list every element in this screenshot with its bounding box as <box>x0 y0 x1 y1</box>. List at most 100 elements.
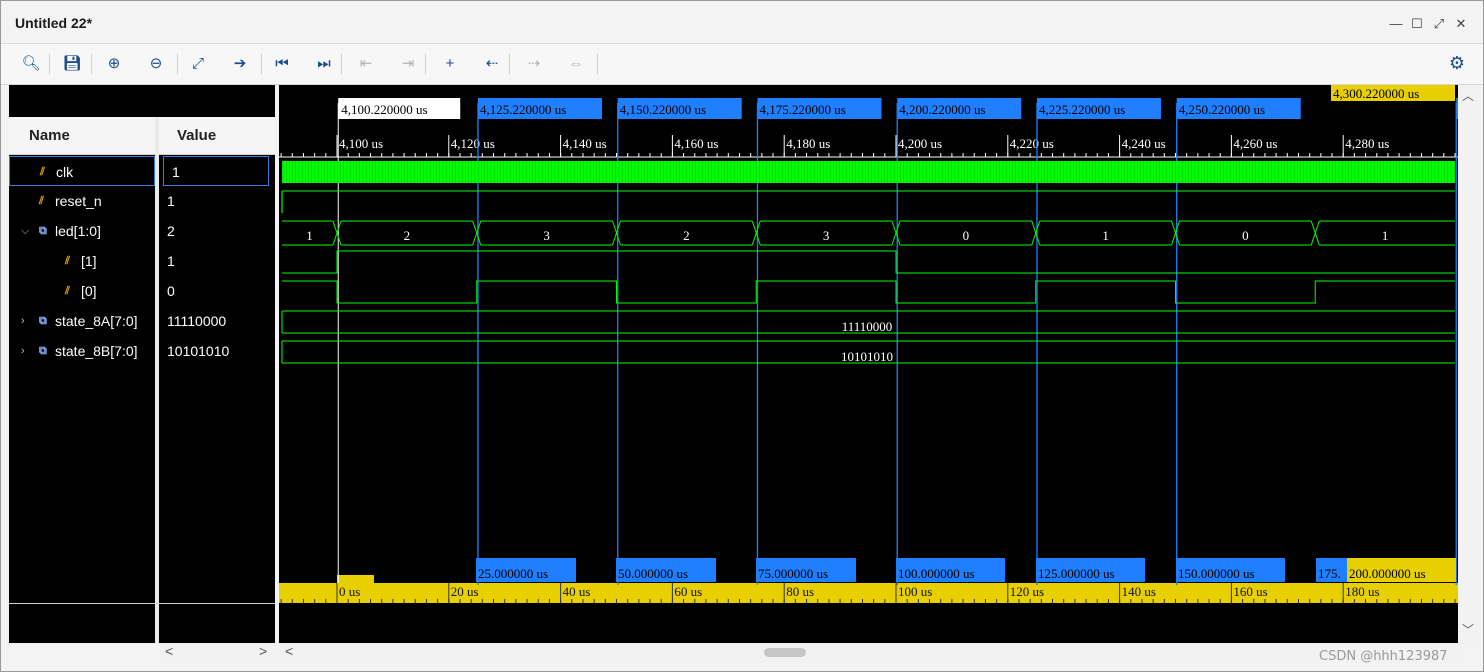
toolbar-separator <box>261 54 262 74</box>
previous-marker-icon[interactable]: ⇠ <box>481 53 503 75</box>
bus-signal-icon: ⧉ <box>39 345 47 357</box>
signal-value: 1 <box>167 253 175 269</box>
marker-label[interactable]: 4,225.220000 us <box>1039 102 1125 117</box>
signal-row--1[interactable]: ⫽ [1] <box>9 246 155 276</box>
previous-transition-icon[interactable]: ⇤ <box>355 53 377 75</box>
column-divider[interactable] <box>155 117 159 643</box>
swap-cursors-icon[interactable]: ⇔ <box>565 53 587 75</box>
delta-label: 175. <box>1318 566 1341 581</box>
scroll-right-icon[interactable]: > <box>259 643 267 659</box>
horizontal-scrollbar[interactable]: < > < CSDN @hhh123987 <box>159 643 1459 664</box>
signal-row-clk[interactable]: ⫽ clk <box>9 156 155 186</box>
led-bus-value: 2 <box>683 228 690 243</box>
ruler-tick-label: 4,240 us <box>1122 136 1166 151</box>
zoom-in-icon[interactable]: ⊕ <box>103 53 125 75</box>
signal-value: 2 <box>167 223 175 239</box>
window-title: Untitled 22* <box>15 15 93 31</box>
ruler-tick-label: 4,180 us <box>786 136 830 151</box>
chevron-right-icon[interactable]: › <box>21 336 25 366</box>
value-column-header[interactable]: Value <box>159 117 275 155</box>
marker-label[interactable]: 4,175.220000 us <box>759 102 845 117</box>
marker-label[interactable]: 4,150.220000 us <box>620 102 706 117</box>
delta-label: 25.000000 us <box>478 566 548 581</box>
signal-name: state_8A[7:0] <box>55 313 138 329</box>
wave-scroll-left-icon[interactable]: < <box>285 643 293 659</box>
chevron-down-icon[interactable]: ⌵ <box>21 216 29 246</box>
toolbar-separator <box>177 54 178 74</box>
next-transition-icon[interactable]: ⇥ <box>397 53 419 75</box>
led-bus-value: 3 <box>823 228 830 243</box>
ruler-tick-label: 4,260 us <box>1233 136 1277 151</box>
name-column-header[interactable]: Name <box>9 117 155 155</box>
yellow-marker-label[interactable]: 4,300.220000 us <box>1333 86 1419 101</box>
bit-signal-icon: ⫽ <box>65 255 70 267</box>
bus-signal-icon: ⧉ <box>39 315 47 327</box>
toolbar-separator <box>425 54 426 74</box>
scroll-down-icon[interactable]: ﹀ <box>1462 621 1474 638</box>
waveform-area[interactable]: 4,100 us 4,120 us 4,140 us 4,160 us 4,180 us… <box>279 85 1458 643</box>
signal-row-led-1-0[interactable]: ⌵ ⧉ led[1:0] <box>9 216 155 246</box>
signal-row-state-8A-7-0[interactable]: › ⧉ state_8A[7:0] <box>9 306 155 336</box>
signal-value: 1 <box>167 193 175 209</box>
signal-value: 10101010 <box>167 343 230 359</box>
signal-value: 11110000 <box>167 313 227 329</box>
relative-tick-label: 40 us <box>563 584 591 599</box>
scroll-up-icon[interactable]: ︿ <box>1462 87 1474 104</box>
maximize-icon[interactable]: ☐ <box>1410 17 1424 31</box>
led-bus-value: 1 <box>1382 228 1389 243</box>
go-to-cursor-icon[interactable]: ➔ <box>229 53 251 75</box>
led-bus-value: 0 <box>1242 228 1249 243</box>
led-bus-value: 3 <box>543 228 550 243</box>
vertical-scrollbar[interactable]: ︿ ﹀ <box>1458 85 1478 643</box>
signal-name: clk <box>56 164 74 180</box>
toolbar-separator <box>597 54 598 74</box>
signal-row--0[interactable]: ⫽ [0] <box>9 276 155 306</box>
relative-tick-label: 140 us <box>1122 584 1156 599</box>
state-8a-bus-value: 11110000 <box>842 319 893 334</box>
toolbar-separator <box>341 54 342 74</box>
add-marker-icon[interactable]: + <box>439 53 461 75</box>
next-marker-icon[interactable]: ⇢ <box>523 53 545 75</box>
scroll-thumb[interactable] <box>764 648 806 657</box>
relative-tick-label: 120 us <box>1010 584 1044 599</box>
zoom-fit-icon[interactable]: ⤢ <box>187 53 209 75</box>
relative-tick-label: 100 us <box>898 584 932 599</box>
marker-label[interactable]: 4,250.220000 us <box>1179 102 1265 117</box>
signal-name: reset_n <box>55 193 102 209</box>
zoom-search-icon[interactable]: 🔍︎ <box>20 53 42 75</box>
ruler-tick-label: 4,140 us <box>563 136 607 151</box>
signal-row-reset-n[interactable]: ⫽ reset_n <box>9 186 155 216</box>
led-bit1-waveform <box>282 250 1455 274</box>
marker-label[interactable]: 4,200.220000 us <box>899 102 985 117</box>
save-icon[interactable]: 💾︎ <box>61 53 83 75</box>
bus-signal-icon: ⧉ <box>39 225 47 237</box>
ruler-tick-label: 4,280 us <box>1345 136 1389 151</box>
ruler-tick-label: 4,100 us <box>339 136 383 151</box>
go-to-time-0-icon[interactable]: ⏮ <box>271 53 293 75</box>
led-bus-value: 1 <box>1102 228 1109 243</box>
gear-icon[interactable]: ⚙ <box>1449 53 1465 74</box>
bit-signal-icon: ⫽ <box>40 166 45 178</box>
float-icon[interactable]: ⤢ <box>1432 17 1446 31</box>
delta-label: 150.000000 us <box>1178 566 1255 581</box>
bit-signal-icon: ⫽ <box>39 195 44 207</box>
scroll-left-icon[interactable]: < <box>165 643 173 659</box>
ruler-tick-label: 4,220 us <box>1010 136 1054 151</box>
chevron-right-icon[interactable]: › <box>21 306 25 336</box>
relative-tick-label: 0 us <box>339 584 360 599</box>
signal-row-state-8B-7-0[interactable]: › ⧉ state_8B[7:0] <box>9 336 155 366</box>
ruler-tick-label: 4,120 us <box>451 136 495 151</box>
signal-value: 1 <box>163 156 269 186</box>
zoom-out-icon[interactable]: ⊖ <box>145 53 167 75</box>
led-bit0-waveform <box>282 280 1455 304</box>
relative-tick-label: 180 us <box>1345 584 1379 599</box>
close-icon[interactable]: ✕ <box>1454 17 1468 31</box>
minimize-icon[interactable]: — <box>1389 17 1403 31</box>
marker-label[interactable]: 4,125.220000 us <box>480 102 566 117</box>
signal-value: 0 <box>167 283 175 299</box>
signal-name: [1] <box>81 253 97 269</box>
toolbar-separator <box>49 54 50 74</box>
relative-tick-label: 20 us <box>451 584 479 599</box>
go-to-last-time-icon[interactable]: ⏭ <box>313 53 335 75</box>
ruler-tick-label: 4,200 us <box>898 136 942 151</box>
